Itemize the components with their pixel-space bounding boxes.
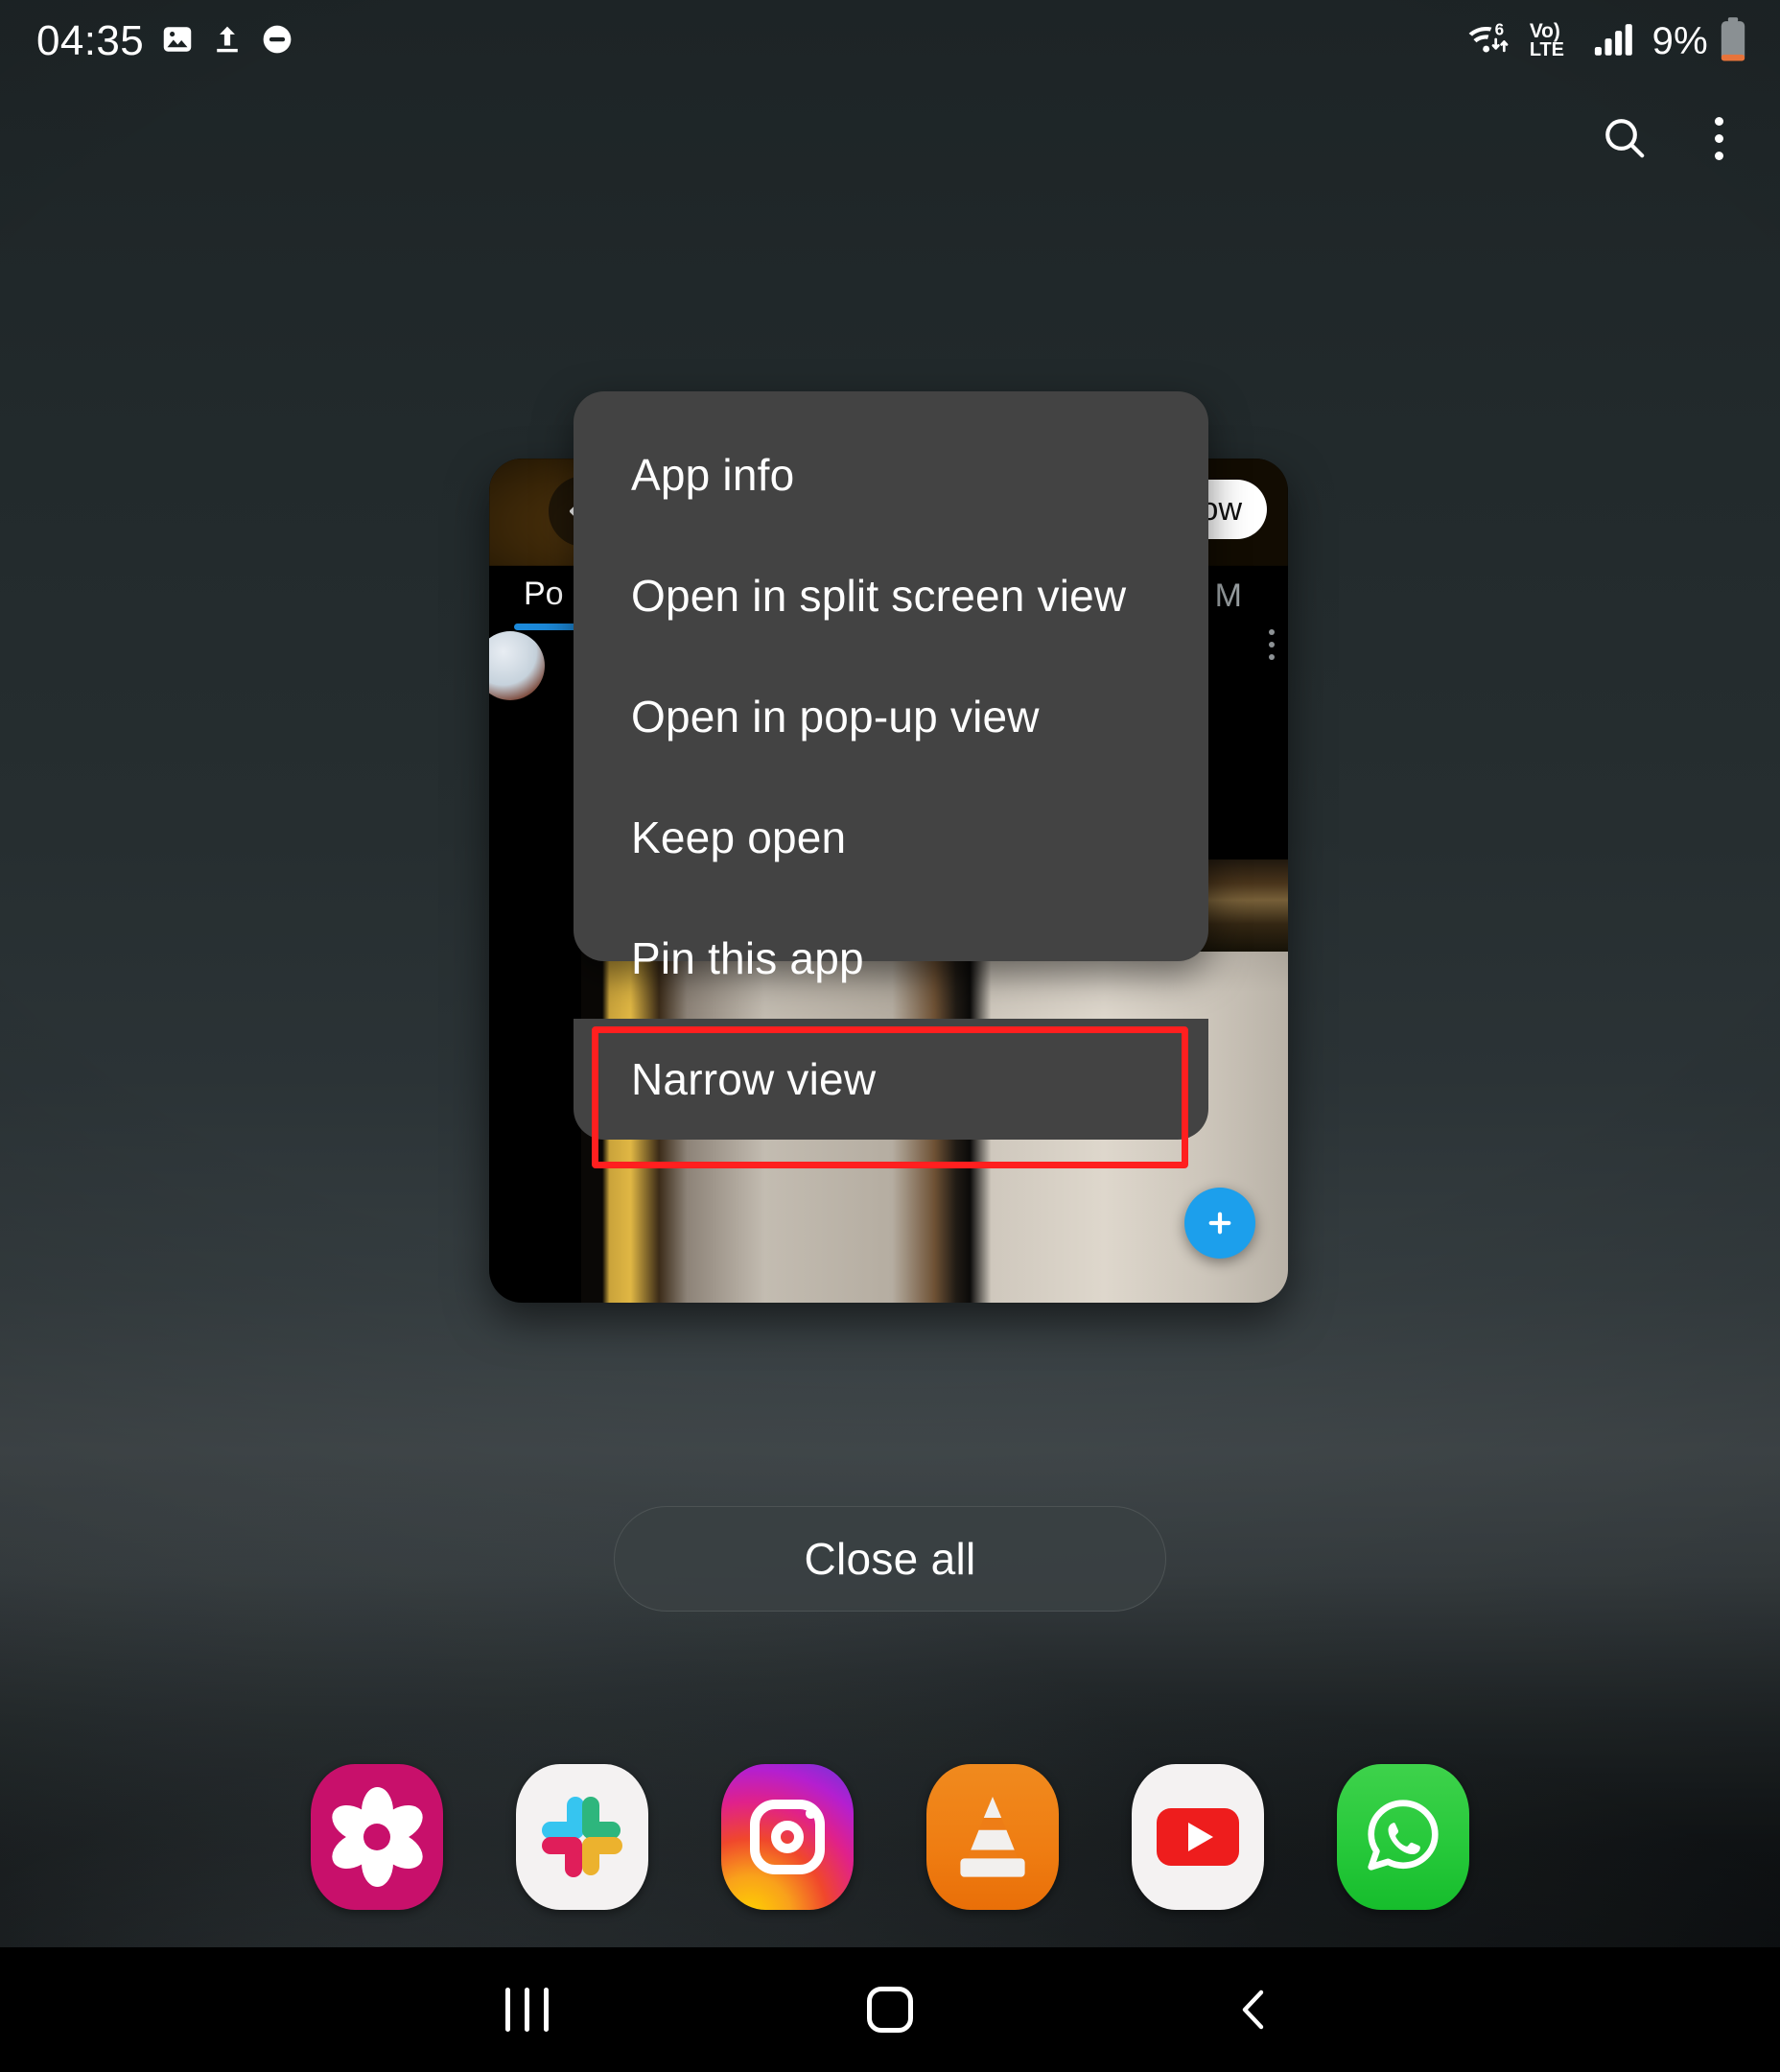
svg-text:LTE: LTE	[1529, 39, 1563, 60]
battery-percent-label: 9%	[1651, 19, 1708, 62]
recents-icon[interactable]	[469, 1962, 584, 2058]
menu-item-split-screen[interactable]: Open in split screen view	[574, 535, 1208, 656]
signal-bars-icon	[1594, 19, 1638, 64]
image-icon	[160, 22, 195, 61]
status-bar-left: 04:35	[36, 20, 294, 62]
back-chevron-icon[interactable]	[1196, 1962, 1311, 2058]
tab-posts[interactable]: Po	[524, 576, 564, 613]
navigation-bar	[0, 1947, 1780, 2072]
menu-item-app-info[interactable]: App info	[574, 414, 1208, 535]
upload-icon	[211, 22, 244, 61]
recents-top-actions	[1588, 102, 1755, 175]
home-dock	[0, 1736, 1780, 1938]
tab-more[interactable]: M	[1215, 577, 1242, 615]
volte-icon: Vo) LTE	[1528, 17, 1583, 66]
menu-item-keep-open[interactable]: Keep open	[574, 777, 1208, 898]
whatsapp-phone-icon[interactable]	[1337, 1764, 1469, 1910]
app-card-overflow-icon[interactable]	[1269, 629, 1275, 660]
status-bar: 04:35 6 Vo) LTE 9%	[0, 0, 1780, 82]
avatar	[489, 631, 545, 700]
menu-item-pin-app[interactable]: Pin this app	[574, 898, 1208, 1019]
slack-hash-icon[interactable]	[516, 1764, 648, 1910]
svg-text:6: 6	[1494, 20, 1504, 38]
status-clock: 04:35	[36, 17, 145, 64]
vlc-cone-icon[interactable]	[926, 1764, 1059, 1910]
instagram-camera-icon[interactable]	[721, 1764, 854, 1910]
youtube-play-icon[interactable]	[1132, 1764, 1264, 1910]
menu-item-narrow-view[interactable]: Narrow view	[574, 1019, 1208, 1140]
more-vertical-icon[interactable]	[1682, 102, 1755, 175]
status-bar-right: 6 Vo) LTE 9%	[1465, 16, 1747, 67]
app-card-context-menu: App info Open in split screen view Open …	[574, 391, 1208, 1140]
battery-icon	[1719, 16, 1747, 67]
do-not-disturb-icon	[260, 22, 294, 61]
menu-item-popup-view[interactable]: Open in pop-up view	[574, 656, 1208, 777]
home-icon[interactable]	[832, 1962, 948, 2058]
wifi-6-icon: 6	[1465, 18, 1517, 65]
gallery-flower-icon[interactable]	[311, 1764, 443, 1910]
plus-icon[interactable]	[1184, 1188, 1255, 1259]
close-all-button[interactable]: Close all	[614, 1506, 1166, 1612]
search-icon[interactable]	[1588, 102, 1661, 175]
